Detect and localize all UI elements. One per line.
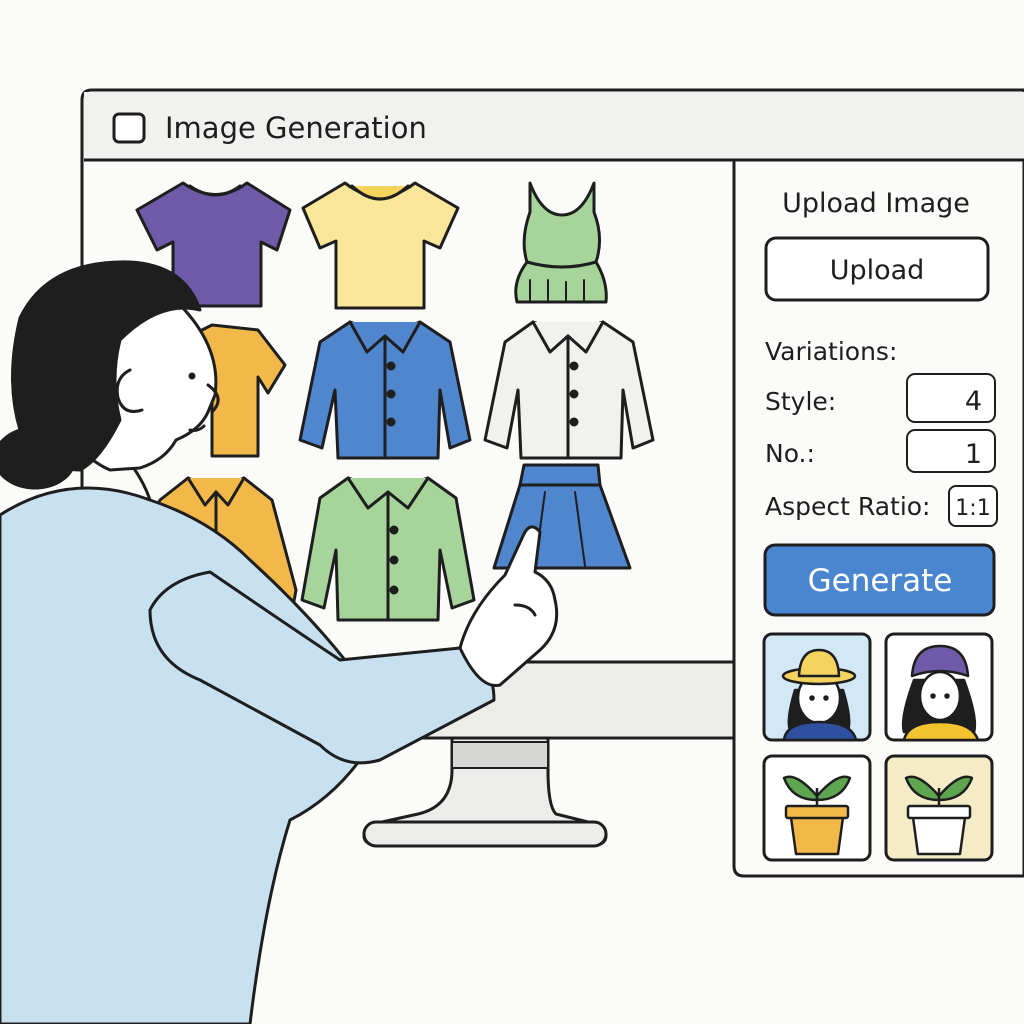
count-field[interactable]: 1 bbox=[906, 429, 996, 473]
result-thumbnail-4[interactable] bbox=[884, 754, 994, 862]
result-thumbnail-2[interactable] bbox=[884, 632, 994, 742]
aspect-ratio-field[interactable]: 1:1 bbox=[948, 485, 998, 527]
aspect-ratio-label: Aspect Ratio: bbox=[765, 492, 930, 521]
upload-button-label: Upload bbox=[830, 255, 925, 286]
monitor-stand bbox=[362, 736, 608, 848]
window-checkbox-icon[interactable] bbox=[112, 112, 146, 144]
settings-panel: Upload Image Upload Variations: Style: 4… bbox=[732, 158, 1024, 878]
style-label: Style: bbox=[765, 387, 836, 416]
result-thumbnail-3[interactable] bbox=[762, 754, 872, 862]
scene: Image Generation Upload Image Upload Var… bbox=[0, 88, 1024, 1024]
plant-white-pot-icon bbox=[904, 775, 974, 856]
style-value: 4 bbox=[965, 386, 982, 417]
count-label: No.: bbox=[765, 439, 815, 468]
style-field[interactable]: 4 bbox=[906, 373, 996, 423]
count-value: 1 bbox=[965, 439, 982, 470]
upload-button[interactable]: Upload bbox=[764, 236, 990, 302]
aspect-ratio-value: 1:1 bbox=[955, 496, 990, 521]
plant-orange-pot-icon bbox=[782, 775, 852, 856]
variations-label: Variations: bbox=[765, 337, 897, 366]
result-thumbnail-1[interactable] bbox=[762, 632, 872, 742]
window-title: Image Generation bbox=[165, 111, 427, 145]
generate-button[interactable]: Generate bbox=[763, 543, 996, 617]
generate-button-label: Generate bbox=[808, 563, 953, 599]
upload-heading: Upload Image bbox=[782, 188, 970, 219]
